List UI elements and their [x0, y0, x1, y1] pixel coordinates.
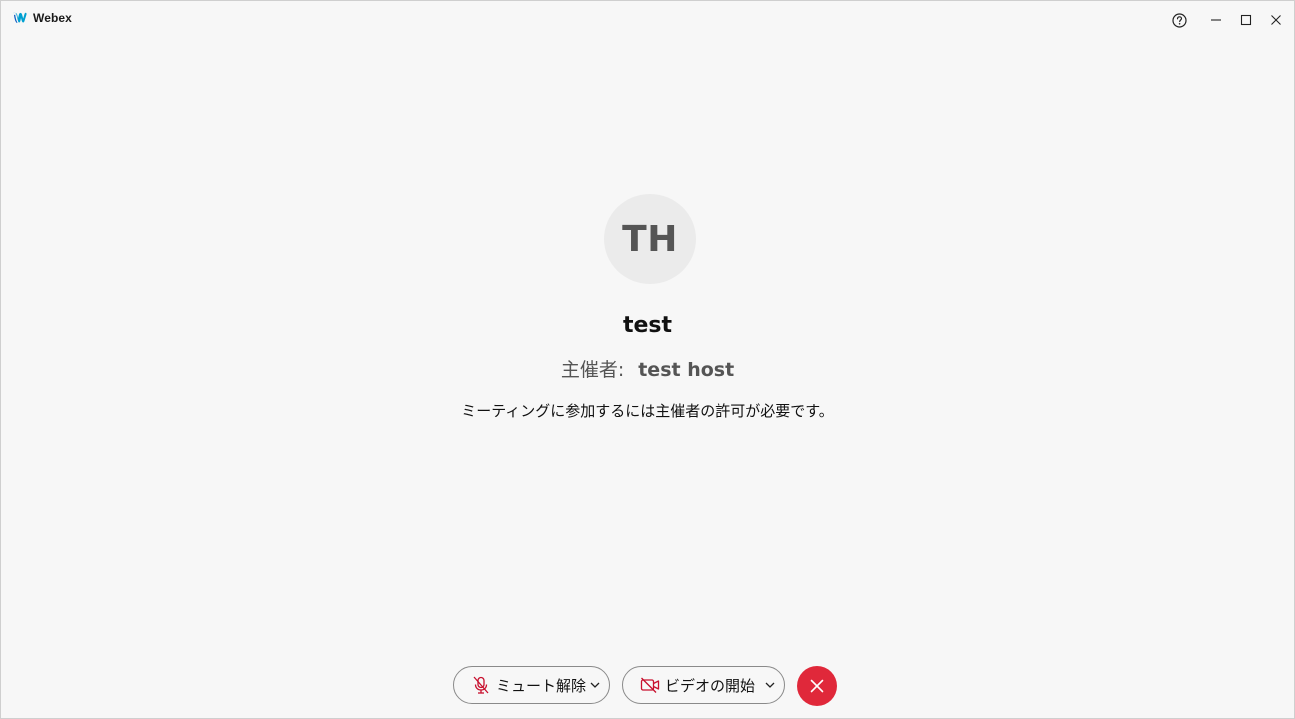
unmute-label: ミュート解除 — [496, 676, 587, 695]
app-title: Webex — [33, 11, 72, 25]
title-bar: Webex — [1, 1, 1294, 37]
microphone-muted-icon — [471, 675, 491, 695]
meeting-name: test — [622, 313, 673, 338]
video-off-icon — [640, 675, 660, 695]
leave-button[interactable] — [797, 666, 837, 706]
app-brand: Webex — [12, 11, 72, 25]
close-icon — [1271, 15, 1281, 25]
webex-window: Webex TH test 主催者: test host ミーティングに参加する… — [0, 0, 1295, 719]
help-circle-icon — [1171, 12, 1187, 28]
host-name: test host — [638, 359, 735, 381]
unmute-button[interactable]: ミュート解除 — [453, 666, 610, 704]
avatar-initials: TH — [622, 218, 678, 260]
window-close-button[interactable] — [1264, 9, 1288, 31]
chevron-down-icon[interactable] — [762, 677, 778, 693]
maximize-icon — [1240, 14, 1252, 26]
minimize-icon — [1211, 19, 1221, 21]
minimize-button[interactable] — [1204, 9, 1228, 31]
chevron-down-icon[interactable] — [587, 677, 603, 693]
lobby-message: ミーティングに参加するには主催者の許可が必要です。 — [461, 402, 834, 420]
start-video-label: ビデオの開始 — [665, 676, 756, 695]
webex-logo-icon — [13, 12, 27, 23]
host-info: 主催者: test host — [1, 355, 1294, 382]
start-video-button[interactable]: ビデオの開始 — [622, 666, 785, 704]
close-icon — [810, 679, 824, 693]
maximize-button[interactable] — [1234, 9, 1258, 31]
help-button[interactable] — [1167, 9, 1191, 31]
host-avatar: TH — [604, 194, 696, 284]
host-label: 主催者: — [560, 359, 625, 381]
